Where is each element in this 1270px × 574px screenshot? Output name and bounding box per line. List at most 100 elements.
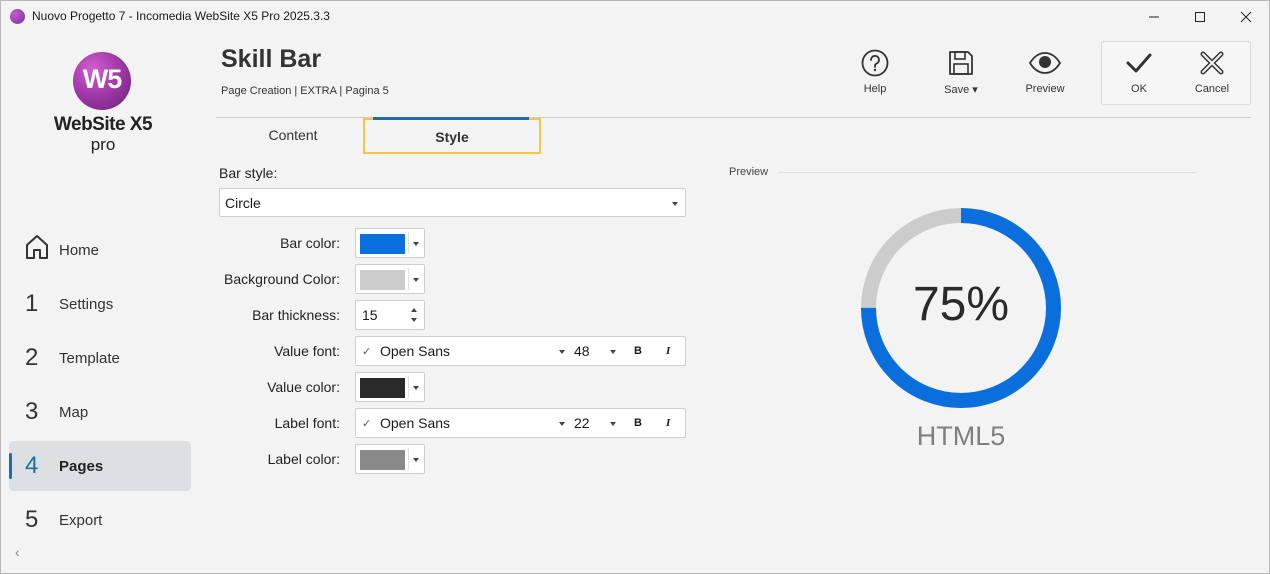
help-icon: [861, 49, 889, 77]
label-font-name[interactable]: Open Sans: [380, 415, 450, 431]
background-color-label: Background Color:: [224, 271, 340, 287]
tab-style[interactable]: Style: [363, 117, 541, 154]
bar-thickness-stepper[interactable]: 15: [355, 300, 425, 330]
value-bold-toggle[interactable]: B: [634, 345, 642, 357]
bar-color-swatch: [360, 234, 405, 254]
label-font-label: Label font:: [274, 415, 340, 431]
chevron-down-icon: [672, 202, 678, 206]
logo-name: WebSite X5: [53, 114, 153, 135]
home-icon: [9, 234, 59, 267]
help-label: Help: [863, 83, 887, 95]
website-x5-logo: W5 WebSite X5 pro: [53, 52, 153, 162]
sidebar-item-label: Home: [59, 241, 100, 259]
label-bold-toggle[interactable]: B: [634, 417, 642, 429]
sidebar-item-label: Template: [59, 349, 120, 367]
sidebar-item-map[interactable]: 3 Map: [9, 387, 191, 437]
cancel-label: Cancel: [1194, 83, 1230, 95]
cancel-button[interactable]: Cancel: [1182, 49, 1242, 101]
checkmark-icon: [1126, 53, 1152, 73]
sidebar-item-label: Export: [59, 511, 103, 529]
value-color-swatch: [360, 378, 405, 398]
checkmark-icon: ✓: [362, 346, 372, 358]
label-font-size[interactable]: 22: [574, 415, 590, 431]
sidebar-item-home[interactable]: Home: [9, 225, 191, 275]
label-color-picker[interactable]: [355, 444, 425, 474]
checkmark-icon: ✓: [362, 418, 372, 430]
increment-icon[interactable]: [411, 308, 417, 312]
close-icon: [1240, 11, 1252, 22]
value-font-selector[interactable]: ✓ Open Sans 48 B I: [355, 336, 686, 366]
decrement-icon[interactable]: [411, 318, 417, 322]
sidebar-item-number: 2: [25, 344, 39, 371]
chevron-down-icon[interactable]: [559, 422, 565, 426]
value-color-picker[interactable]: [355, 372, 425, 402]
skill-bar-label: HTML5: [916, 421, 1006, 451]
chevron-down-icon[interactable]: [559, 350, 565, 354]
chevron-down-icon: [413, 458, 419, 462]
bar-style-select[interactable]: Circle: [219, 188, 686, 217]
logo-mark-text: W5: [82, 64, 123, 94]
value-italic-toggle[interactable]: I: [666, 345, 670, 357]
save-label: Save: [944, 84, 970, 96]
sidebar-item-pages[interactable]: 4 Pages: [9, 441, 191, 491]
label-italic-toggle[interactable]: I: [666, 417, 670, 429]
sidebar-item-settings[interactable]: 1 Settings: [9, 279, 191, 329]
window-title: Nuovo Progetto 7 - Incomedia WebSite X5 …: [32, 9, 330, 23]
sidebar-item-number: 1: [25, 290, 39, 317]
chevron-down-icon: [413, 242, 419, 246]
maximize-icon: [1195, 11, 1205, 22]
sidebar-item-number: 3: [25, 398, 39, 425]
label-color-label: Label color:: [267, 451, 340, 467]
help-button[interactable]: Help: [845, 49, 905, 101]
minimize-button[interactable]: [1131, 1, 1177, 32]
value-font-size[interactable]: 48: [574, 343, 590, 359]
value-color-label: Value color:: [267, 379, 340, 395]
minimize-icon: [1149, 16, 1159, 17]
close-window-button[interactable]: [1223, 1, 1269, 32]
preview-label: Preview: [1025, 83, 1065, 95]
logo-edition: pro: [90, 135, 116, 154]
preview-divider: [778, 172, 1196, 173]
bar-color-label: Bar color:: [280, 235, 340, 251]
eye-icon: [1028, 52, 1062, 74]
sidebar-item-label: Pages: [59, 457, 104, 475]
save-button[interactable]: Save ▾: [931, 49, 991, 101]
bar-thickness-value: 15: [362, 307, 378, 323]
ok-button[interactable]: OK: [1109, 49, 1169, 101]
collapse-sidebar-icon[interactable]: ‹: [15, 544, 20, 560]
ok-label: OK: [1131, 83, 1147, 95]
chevron-down-icon[interactable]: [610, 350, 616, 354]
label-font-selector[interactable]: ✓ Open Sans 22 B I: [355, 408, 686, 438]
page-title: Skill Bar: [221, 45, 322, 73]
tab-content[interactable]: Content: [233, 118, 353, 154]
sidebar: W5 WebSite X5 pro Home 1 Settings 2 Temp…: [1, 32, 201, 573]
bar-color-picker[interactable]: [355, 228, 425, 258]
app-window: Nuovo Progetto 7 - Incomedia WebSite X5 …: [0, 0, 1270, 574]
bar-style-value: Circle: [225, 195, 261, 211]
label-color-swatch: [360, 450, 405, 470]
preview-heading: Preview: [729, 166, 769, 178]
value-font-label: Value font:: [274, 343, 340, 359]
bar-style-label: Bar style:: [219, 165, 278, 181]
background-color-swatch: [360, 270, 405, 290]
sidebar-item-number: 5: [25, 506, 39, 533]
preview-button[interactable]: Preview: [1015, 49, 1075, 101]
cancel-x-icon: [1200, 51, 1224, 75]
chevron-down-icon: [413, 278, 419, 282]
maximize-button[interactable]: [1177, 1, 1223, 32]
bar-thickness-label: Bar thickness:: [252, 307, 340, 323]
sidebar-item-template[interactable]: 2 Template: [9, 333, 191, 383]
breadcrumb: Page Creation | EXTRA | Pagina 5: [221, 85, 389, 97]
chevron-down-icon: [413, 386, 419, 390]
sidebar-item-number: 4: [25, 452, 39, 479]
sidebar-item-export[interactable]: 5 Export: [9, 495, 191, 545]
background-color-picker[interactable]: [355, 264, 425, 294]
logo-mark: W5: [73, 52, 131, 110]
value-font-name[interactable]: Open Sans: [380, 343, 450, 359]
save-dropdown-icon: ▾: [972, 84, 978, 96]
chevron-down-icon[interactable]: [610, 422, 616, 426]
title-bar: Nuovo Progetto 7 - Incomedia WebSite X5 …: [1, 1, 1269, 32]
app-icon: [10, 9, 25, 24]
sidebar-item-label: Map: [59, 403, 89, 421]
skill-bar-value: 75%: [912, 278, 1010, 331]
